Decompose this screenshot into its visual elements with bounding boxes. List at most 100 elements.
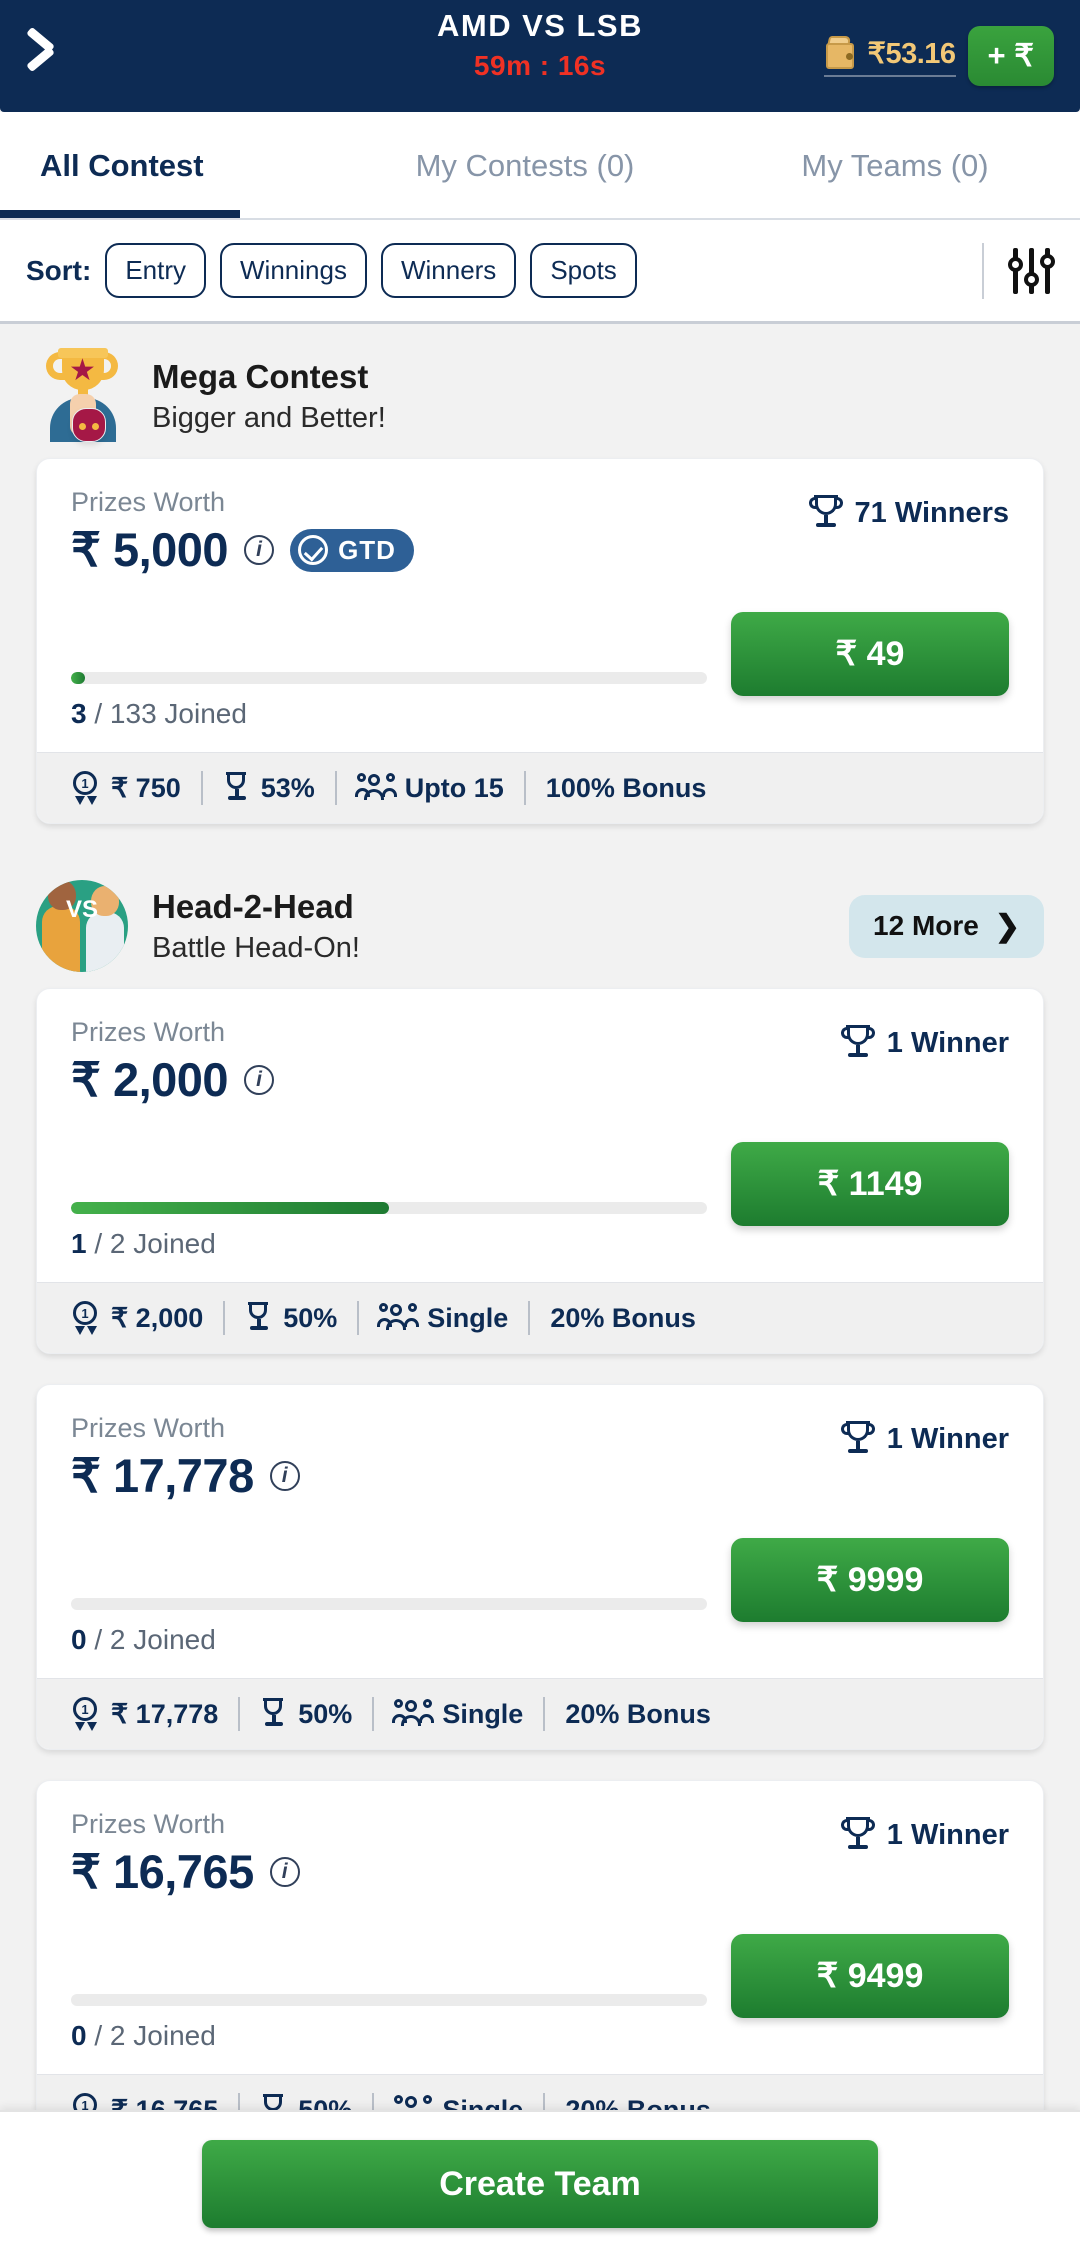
sort-chip-spots[interactable]: Spots	[530, 243, 637, 298]
winners-info: 1 Winner	[840, 1025, 1009, 1061]
check-circle-icon	[298, 535, 329, 565]
wallet-icon	[824, 35, 858, 71]
section-text-mega: Mega Contest Bigger and Better!	[152, 358, 386, 435]
winning-percent-info: 50%	[260, 2094, 352, 2110]
contest-card-footer: 1 ₹ 2,000 50% Single 20% Bonus	[37, 1282, 1043, 1353]
join-contest-button[interactable]: ₹ 9499	[731, 1934, 1009, 2018]
spots-progress-fill	[71, 1202, 389, 1214]
header-right-group: ₹53.16 + ₹	[823, 26, 1054, 86]
people-icon	[392, 1699, 435, 1729]
section-title: Mega Contest	[152, 357, 369, 395]
more-label: 12 More	[873, 910, 979, 941]
people-icon	[354, 773, 397, 803]
footer-divider	[543, 2093, 546, 2110]
winners-info: 1 Winner	[840, 1421, 1009, 1457]
bonus-info: 100% Bonus	[545, 772, 707, 803]
tab-bar: All Contest My Contests (0) My Teams (0)	[0, 112, 1080, 220]
footer-divider	[357, 1301, 360, 1335]
trophy-icon	[223, 772, 251, 804]
footer-divider	[238, 2093, 241, 2110]
team-limit-info: Single	[392, 1699, 523, 1730]
winners-count: 1 Winner	[886, 1818, 1009, 1851]
info-icon[interactable]: i	[269, 1857, 300, 1887]
wallet-balance-button[interactable]: ₹53.16	[823, 35, 957, 77]
bonus-info: 20% Bonus	[565, 2094, 711, 2111]
first-prize-value: ₹ 2,000	[111, 1302, 204, 1333]
winning-percent-info: 50%	[260, 1698, 352, 1730]
first-prize-value: ₹ 750	[111, 772, 181, 803]
sort-divider	[982, 242, 984, 299]
team-limit-info: Single	[394, 2095, 523, 2110]
filter-sliders-icon[interactable]	[1008, 247, 1055, 294]
contest-list-body[interactable]: ★ Mega Contest Bigger and Better! Prizes…	[0, 324, 1080, 2110]
people-icon	[377, 1303, 420, 1333]
first-prize-value: ₹ 17,778	[111, 1698, 219, 1729]
sort-chip-entry[interactable]: Entry	[105, 243, 207, 298]
winners-count: 1 Winner	[886, 1026, 1009, 1059]
join-contest-button[interactable]: ₹ 9999	[731, 1538, 1009, 1622]
chevron-right-icon: ❯	[994, 909, 1020, 943]
info-icon[interactable]: i	[244, 535, 275, 565]
winning-percent-value: 53%	[260, 772, 315, 803]
contest-card[interactable]: Prizes Worth ₹ 16,765 i 1 Winner 0 / 2 J…	[36, 1780, 1044, 2110]
contest-card[interactable]: Prizes Worth ₹ 5,000 i GTD 71 Winners 3 …	[36, 458, 1044, 824]
medal-icon: 1	[71, 2093, 101, 2110]
section-subtitle: Battle Head-On!	[152, 931, 360, 964]
trophy-icon	[840, 1421, 875, 1457]
add-money-button[interactable]: + ₹	[967, 26, 1054, 86]
progress-column: 3 / 133 Joined	[71, 672, 731, 730]
head-to-head-illustration: VS	[36, 880, 128, 972]
prize-amount: ₹ 5,000	[71, 523, 229, 576]
winning-percent-value: 50%	[298, 1698, 353, 1729]
bottom-action-bar: Create Team	[0, 2110, 1080, 2256]
sort-bar: Sort: Entry Winnings Winners Spots	[0, 220, 1080, 324]
prize-amount: ₹ 17,778	[71, 1449, 254, 1502]
tab-my-teams[interactable]: My Teams (0)	[710, 148, 1080, 184]
footer-divider	[200, 771, 203, 805]
winning-percent-info: 50%	[245, 1302, 337, 1334]
contest-progress-row: 3 / 133 Joined ₹ 49	[71, 612, 1009, 730]
first-prize-info: 1 ₹ 750	[71, 771, 181, 805]
progress-column: 1 / 2 Joined	[71, 1202, 731, 1260]
contest-card-top: Prizes Worth ₹ 16,765 i 1 Winner 0 / 2 J…	[37, 1781, 1043, 2074]
tab-all-contest[interactable]: All Contest	[0, 148, 340, 184]
winning-percent-value: 50%	[283, 1302, 338, 1333]
join-contest-button[interactable]: ₹ 1149	[731, 1142, 1009, 1226]
first-prize-info: 1 ₹ 16,765	[71, 2093, 218, 2110]
contest-card[interactable]: Prizes Worth ₹ 2,000 i 1 Winner 1 / 2 Jo…	[36, 988, 1044, 1354]
create-team-button[interactable]: Create Team	[202, 2140, 878, 2228]
contest-card-top: Prizes Worth ₹ 5,000 i GTD 71 Winners 3 …	[37, 459, 1043, 752]
spots-progress-bar	[71, 1994, 707, 2006]
section-title: Head-2-Head	[152, 887, 354, 925]
wallet-balance-amount: ₹53.16	[867, 37, 957, 70]
info-icon[interactable]: i	[269, 1461, 300, 1491]
footer-divider	[223, 1301, 226, 1335]
progress-column: 0 / 2 Joined	[71, 1994, 731, 2052]
trophy-icon	[260, 2094, 288, 2110]
tab-my-contests[interactable]: My Contests (0)	[340, 148, 710, 184]
first-prize-info: 1 ₹ 2,000	[71, 1301, 203, 1335]
footer-divider	[523, 771, 526, 805]
trophy-icon	[840, 1817, 875, 1853]
back-button[interactable]	[26, 21, 96, 91]
winners-info: 71 Winners	[808, 495, 1009, 531]
sort-chip-winnings[interactable]: Winnings	[220, 243, 367, 298]
sort-label: Sort:	[26, 254, 92, 286]
team-b-label: LSB	[576, 8, 643, 43]
section-header-head-2-head: VS Head-2-Head Battle Head-On! 12 More ❯	[0, 854, 1080, 988]
contest-card-top: Prizes Worth ₹ 2,000 i 1 Winner 1 / 2 Jo…	[37, 989, 1043, 1282]
winners-count: 71 Winners	[854, 496, 1009, 529]
section-text-h2h: Head-2-Head Battle Head-On!	[152, 888, 360, 965]
join-contest-button[interactable]: ₹ 49	[731, 612, 1009, 696]
contest-card-footer: 1 ₹ 16,765 50% Single 20% Bonus	[37, 2074, 1043, 2110]
gtd-label: GTD	[338, 534, 396, 565]
sort-bar-right	[982, 242, 1055, 299]
prize-amount: ₹ 16,765	[71, 1845, 254, 1898]
contest-card[interactable]: Prizes Worth ₹ 17,778 i 1 Winner 0 / 2 J…	[36, 1384, 1044, 1750]
joined-status: 3 / 133 Joined	[71, 698, 247, 729]
info-icon[interactable]: i	[244, 1065, 275, 1095]
sort-chip-winners[interactable]: Winners	[380, 243, 517, 298]
show-more-contests-button[interactable]: 12 More ❯	[849, 894, 1044, 958]
contest-card-footer: 1 ₹ 750 53% Upto 15 100% Bonus	[37, 752, 1043, 823]
footer-divider	[372, 2093, 375, 2110]
